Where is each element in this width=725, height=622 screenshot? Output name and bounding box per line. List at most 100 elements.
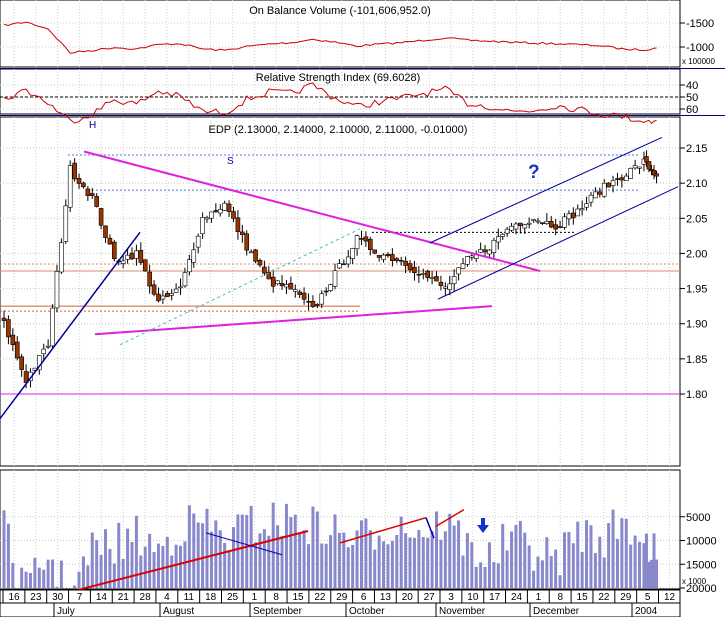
candle-body bbox=[195, 235, 201, 248]
volume-bar bbox=[223, 542, 227, 588]
volume-bar bbox=[231, 527, 235, 588]
candle-body bbox=[579, 208, 585, 211]
volume-bar bbox=[399, 516, 403, 588]
candle-body bbox=[571, 212, 576, 219]
month-label: December bbox=[533, 606, 580, 617]
candle-body bbox=[45, 345, 51, 348]
volume-bar bbox=[174, 544, 178, 588]
candle-body bbox=[610, 180, 616, 186]
candle-body bbox=[270, 276, 276, 287]
candle-body bbox=[231, 211, 236, 219]
rsi-tick-label: 40 bbox=[686, 80, 698, 92]
day-tick-label: 15 bbox=[577, 592, 589, 603]
day-tick-label: 12 bbox=[664, 592, 676, 603]
day-tick-label: 24 bbox=[511, 592, 523, 603]
day-tick-label: 22 bbox=[598, 592, 610, 603]
candle-body bbox=[41, 348, 47, 355]
volume-bar bbox=[655, 559, 659, 588]
price-panel bbox=[0, 116, 681, 467]
volume-bar bbox=[293, 514, 297, 588]
candle-body bbox=[262, 266, 267, 274]
volume-bar bbox=[382, 541, 386, 588]
day-tick-label: 28 bbox=[140, 592, 152, 603]
day-tick-label: 3 bbox=[448, 592, 454, 603]
candle-body bbox=[112, 241, 117, 260]
candle-body bbox=[425, 270, 430, 278]
chart-window: 2.15 2.10 2.05 2.00 1.95 1.90 1.85 1.80 60 50 40 -1… bbox=[0, 0, 725, 618]
day-tick-label: 30 bbox=[52, 592, 64, 603]
candle-body bbox=[597, 191, 603, 195]
volume-bar bbox=[386, 544, 390, 588]
volume-bar bbox=[267, 535, 271, 588]
candle-body bbox=[248, 251, 254, 254]
candle-body bbox=[531, 219, 536, 222]
candle-body bbox=[76, 178, 82, 184]
candle-body bbox=[94, 196, 99, 207]
volume-bar bbox=[86, 565, 90, 588]
rsi-title: Relative Strength Index (69.6028) bbox=[256, 72, 421, 84]
candle-body bbox=[385, 253, 391, 257]
candle-body bbox=[376, 255, 382, 258]
day-tick-label: 15 bbox=[292, 592, 304, 603]
candle-body bbox=[14, 341, 20, 359]
volume-bar bbox=[408, 537, 412, 588]
volume-bar bbox=[143, 546, 147, 588]
candle-body bbox=[535, 220, 541, 223]
candle-body bbox=[601, 182, 607, 197]
candle-body bbox=[632, 165, 638, 169]
volume-bar bbox=[284, 503, 288, 588]
volume-bar bbox=[377, 535, 381, 588]
day-tick-label: 13 bbox=[380, 592, 392, 603]
candle-body bbox=[200, 217, 205, 235]
volume-bar bbox=[46, 559, 50, 588]
volume-bar bbox=[271, 502, 275, 588]
volume-bar bbox=[126, 528, 130, 588]
candle-body bbox=[363, 236, 369, 242]
volume-bar bbox=[2, 510, 6, 588]
x-axis: 16 23 30 7 14 21 28 4 11 18 25 1 8 15 22 29 6 13 20 27 3 10 17… bbox=[0, 589, 681, 618]
volume-bar bbox=[443, 531, 447, 588]
candle-body bbox=[615, 178, 620, 180]
candle-body bbox=[606, 182, 611, 188]
volume-bar bbox=[576, 521, 580, 588]
day-tick-label: 29 bbox=[336, 592, 348, 603]
candle-body bbox=[138, 250, 144, 263]
price-tick-label: 1.95 bbox=[686, 284, 707, 296]
volume-bar bbox=[448, 513, 452, 588]
volume-bar bbox=[337, 532, 341, 588]
volume-bar bbox=[329, 535, 333, 588]
volume-bar bbox=[638, 541, 642, 588]
candle-body bbox=[319, 293, 325, 305]
day-tick-label: 18 bbox=[205, 592, 217, 603]
volume-bar bbox=[496, 563, 500, 588]
volume-bar bbox=[196, 522, 200, 588]
volume-bar bbox=[289, 517, 293, 588]
volume-bar bbox=[404, 533, 408, 588]
volume-bar bbox=[315, 511, 319, 588]
price-tick-label: 1.80 bbox=[686, 389, 707, 401]
volume-bar bbox=[465, 533, 469, 588]
candle-body bbox=[354, 235, 360, 250]
candle-body bbox=[1, 317, 7, 321]
rsi-tick-label: 50 bbox=[686, 92, 698, 104]
volume-bar bbox=[452, 525, 456, 588]
price-tick-label: 2.05 bbox=[686, 213, 707, 225]
day-tick-label: 8 bbox=[273, 592, 279, 603]
obv-tick-label: -1500 bbox=[686, 18, 714, 30]
candle-body bbox=[390, 254, 395, 261]
candle-body bbox=[107, 237, 113, 245]
candle-body bbox=[584, 203, 589, 208]
head-label: H bbox=[89, 120, 96, 131]
obv-title: On Balance Volume (-101,606,952.0) bbox=[249, 5, 431, 17]
candle-body bbox=[575, 208, 581, 217]
obv-tick-label: -1000 bbox=[686, 42, 714, 54]
volume-bar bbox=[24, 571, 28, 588]
volume-bar bbox=[395, 534, 399, 588]
volume-bar bbox=[258, 533, 262, 588]
candle-body bbox=[407, 263, 413, 271]
candle-body bbox=[217, 209, 223, 214]
candle-body bbox=[451, 276, 457, 284]
volume-bar bbox=[254, 542, 258, 588]
candle-body bbox=[147, 271, 152, 287]
candle-body bbox=[19, 356, 24, 370]
